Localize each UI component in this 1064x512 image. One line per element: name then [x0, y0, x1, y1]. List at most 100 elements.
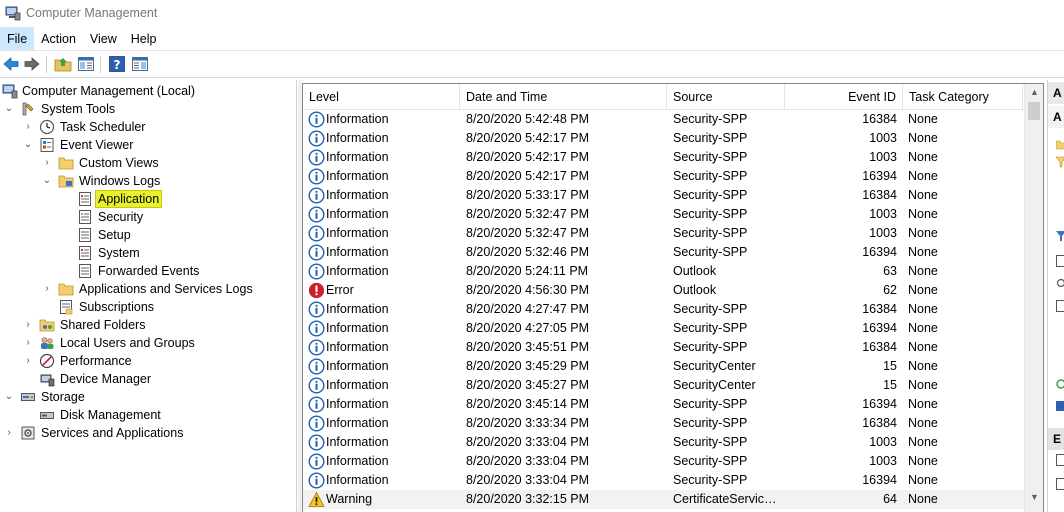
- filter-icon[interactable]: [1056, 156, 1064, 168]
- tree-node-windows-logs[interactable]: ⌄ Windows Logs: [0, 172, 296, 190]
- event-row[interactable]: Information 8/20/2020 3:33:04 PM Security-…: [303, 471, 1025, 490]
- cell-source: Security-SPP: [673, 435, 748, 449]
- tree-node-apps-services-logs[interactable]: › Applications and Services Logs: [0, 280, 296, 298]
- column-header-source[interactable]: Source: [667, 84, 785, 110]
- help-icon[interactable]: ?: [108, 55, 126, 73]
- tree-node-event-viewer[interactable]: ⌄ Event Viewer: [0, 136, 296, 154]
- event-row[interactable]: Warning 8/20/2020 3:32:15 PM CertificateSe…: [303, 490, 1025, 509]
- cell-date-time: 8/20/2020 5:32:47 PM: [466, 207, 590, 221]
- tree-node-system-tools[interactable]: ⌄ System Tools: [0, 100, 296, 118]
- back-arrow-icon[interactable]: [2, 55, 20, 73]
- computer-management-icon: [2, 84, 18, 99]
- filter-log-icon[interactable]: [1056, 230, 1064, 242]
- menu-help[interactable]: Help: [124, 27, 164, 50]
- menu-view[interactable]: View: [83, 27, 124, 50]
- event-row[interactable]: Information 8/20/2020 5:42:17 PM Security-…: [303, 148, 1025, 167]
- event-row[interactable]: Information 8/20/2020 5:32:46 PM Security-…: [303, 243, 1025, 262]
- tree-node-shared-folders[interactable]: › Shared Folders: [0, 316, 296, 334]
- open-folder-icon[interactable]: [1056, 138, 1064, 150]
- show-hide-action-pane-icon[interactable]: [131, 55, 149, 73]
- event-row[interactable]: Information 8/20/2020 3:45:27 PM SecurityC…: [303, 376, 1025, 395]
- up-folder-icon[interactable]: [54, 55, 72, 73]
- tree-node-custom-views[interactable]: › Custom Views: [0, 154, 296, 172]
- scroll-down-arrow-icon[interactable]: ▼: [1025, 489, 1043, 506]
- event-row[interactable]: Information 8/20/2020 3:33:04 PM Security-…: [303, 452, 1025, 471]
- tree-node-subscriptions[interactable]: Subscriptions: [0, 298, 296, 316]
- menu-action[interactable]: Action: [34, 27, 83, 50]
- chevron-right-icon[interactable]: ›: [42, 158, 52, 168]
- event-row[interactable]: Information 8/20/2020 5:33:17 PM Security-…: [303, 186, 1025, 205]
- cell-level: Information: [326, 169, 389, 183]
- error-icon: [308, 282, 325, 299]
- properties-icon[interactable]: [1056, 255, 1064, 267]
- tree-node-setup[interactable]: Setup: [0, 226, 296, 244]
- menu-file[interactable]: File: [0, 27, 35, 50]
- console-tree[interactable]: Computer Management (Local) ⌄ System Too…: [0, 80, 297, 512]
- chevron-down-icon[interactable]: ⌄: [42, 176, 52, 186]
- scroll-up-arrow-icon[interactable]: ▲: [1025, 84, 1043, 101]
- cell-date-time: 8/20/2020 3:32:15 PM: [466, 492, 590, 506]
- chevron-down-icon[interactable]: ⌄: [4, 104, 14, 114]
- event-row[interactable]: Information 8/20/2020 5:42:48 PM Security-…: [303, 110, 1025, 129]
- clock-icon: [39, 119, 55, 135]
- tree-node-storage[interactable]: ⌄ Storage: [0, 388, 296, 406]
- cell-level: Information: [326, 131, 389, 145]
- event-row[interactable]: Information 8/20/2020 5:24:11 PM Outlook 63…: [303, 262, 1025, 281]
- chevron-right-icon[interactable]: ›: [23, 338, 33, 348]
- chevron-right-icon[interactable]: ›: [23, 122, 33, 132]
- tree-node-disk-management[interactable]: Disk Management: [0, 406, 296, 424]
- cell-event-id: 16384: [862, 302, 897, 316]
- event-row[interactable]: Information 8/20/2020 3:45:29 PM SecurityC…: [303, 357, 1025, 376]
- log-icon: [79, 192, 91, 206]
- find-icon[interactable]: [1056, 278, 1064, 290]
- vertical-scrollbar[interactable]: ▲ ▼: [1024, 84, 1043, 512]
- column-header-date-time[interactable]: Date and Time: [460, 84, 667, 110]
- event-row[interactable]: Information 8/20/2020 5:42:17 PM Security-…: [303, 129, 1025, 148]
- cell-level: Information: [326, 302, 389, 316]
- tree-node-device-manager[interactable]: Device Manager: [0, 370, 296, 388]
- event-row[interactable]: Information 8/20/2020 5:32:47 PM Security-…: [303, 205, 1025, 224]
- event-row[interactable]: Information 8/20/2020 4:27:47 PM Security-…: [303, 300, 1025, 319]
- show-hide-console-tree-icon[interactable]: [77, 55, 95, 73]
- event-row[interactable]: Information 8/20/2020 3:45:14 PM Security-…: [303, 395, 1025, 414]
- actions-header[interactable]: A: [1048, 82, 1064, 104]
- actions-event-header[interactable]: E: [1048, 428, 1064, 450]
- column-header-event-id[interactable]: Event ID: [785, 84, 903, 110]
- event-row[interactable]: Information 8/20/2020 4:27:05 PM Security-…: [303, 319, 1025, 338]
- actions-subheader[interactable]: A: [1048, 106, 1064, 128]
- event-row[interactable]: Information 8/20/2020 3:33:04 PM Security-…: [303, 433, 1025, 452]
- event-row[interactable]: Information 8/20/2020 5:32:47 PM Security-…: [303, 224, 1025, 243]
- tree-node-forwarded-events[interactable]: Forwarded Events: [0, 262, 296, 280]
- event-row[interactable]: Information 8/20/2020 3:45:51 PM Security-…: [303, 338, 1025, 357]
- event-row[interactable]: Information 8/20/2020 5:42:17 PM Security-…: [303, 167, 1025, 186]
- tree-node-root[interactable]: Computer Management (Local): [0, 82, 296, 100]
- chevron-right-icon[interactable]: ›: [42, 284, 52, 294]
- tree-node-application[interactable]: Application: [0, 190, 296, 208]
- event-list[interactable]: Level Date and Time Source Event ID Task…: [302, 83, 1044, 512]
- forward-arrow-icon[interactable]: [23, 55, 41, 73]
- tree-node-task-scheduler[interactable]: › Task Scheduler: [0, 118, 296, 136]
- help-icon[interactable]: [1056, 400, 1064, 412]
- tree-label: System Tools: [41, 102, 116, 116]
- tree-node-performance[interactable]: › Performance: [0, 352, 296, 370]
- chevron-right-icon[interactable]: ›: [4, 428, 14, 438]
- tree-node-services-apps[interactable]: › Services and Applications: [0, 424, 296, 442]
- scrollbar-thumb[interactable]: [1028, 102, 1040, 120]
- chevron-right-icon[interactable]: ›: [23, 356, 33, 366]
- column-header-task-category[interactable]: Task Category: [903, 84, 1023, 110]
- event-properties-icon[interactable]: [1056, 454, 1064, 466]
- chevron-down-icon[interactable]: ⌄: [4, 392, 14, 402]
- tree-node-system[interactable]: System: [0, 244, 296, 262]
- column-header-level[interactable]: Level: [303, 84, 460, 110]
- attach-task-icon[interactable]: [1056, 478, 1064, 490]
- save-icon[interactable]: [1056, 300, 1064, 312]
- chevron-right-icon[interactable]: ›: [23, 320, 33, 330]
- tree-node-local-users-groups[interactable]: › Local Users and Groups: [0, 334, 296, 352]
- cell-level: Information: [326, 188, 389, 202]
- tree-node-security[interactable]: Security: [0, 208, 296, 226]
- event-row[interactable]: Information 8/20/2020 3:33:34 PM Security-…: [303, 414, 1025, 433]
- cell-event-id: 1003: [869, 226, 897, 240]
- chevron-down-icon[interactable]: ⌄: [23, 140, 33, 150]
- refresh-icon[interactable]: [1056, 378, 1064, 390]
- event-row[interactable]: Error 8/20/2020 4:56:30 PM Outlook 62 None: [303, 281, 1025, 300]
